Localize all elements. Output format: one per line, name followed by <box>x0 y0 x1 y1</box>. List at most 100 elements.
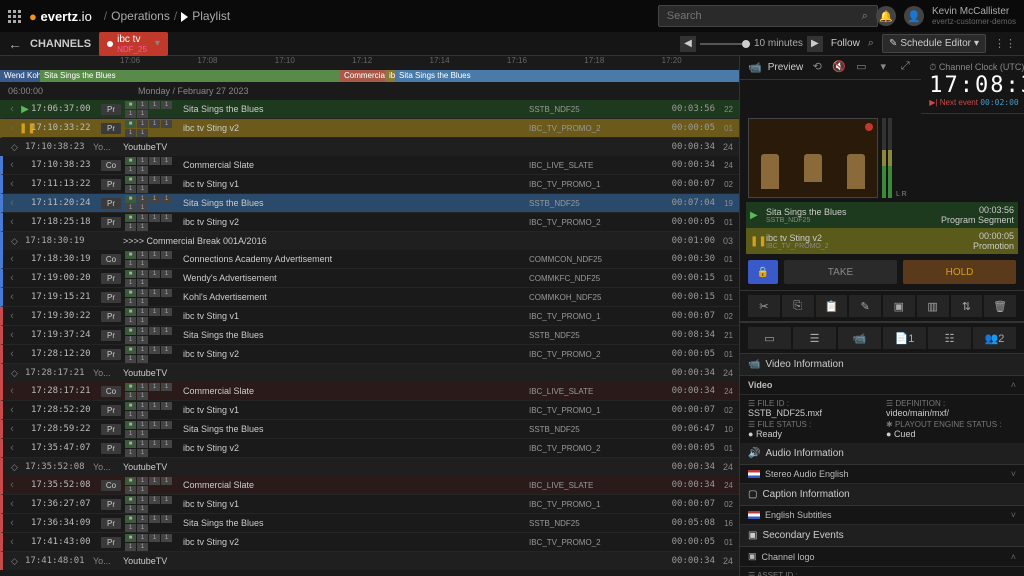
add-button[interactable]: ▣ <box>883 295 915 317</box>
audio-meters <box>882 118 892 198</box>
playlist-row[interactable]: ‹ 17:35:52:08 Co ■11111 Commercial Slate… <box>0 476 739 495</box>
monitor-icon[interactable]: ▭ <box>853 60 869 76</box>
preview-video[interactable] <box>748 118 878 198</box>
now-playing: ▶ Sita Sings the BluesSSTB_NDF25 00:03:5… <box>740 202 1024 254</box>
channel-badge[interactable]: ibc tvNDF_25 ▾ <box>99 32 168 56</box>
date-ruler: 06:00:00 Monday / February 27 2023 <box>0 82 739 100</box>
action-buttons: 🔒 TAKE HOLD <box>740 254 1024 290</box>
playlist-row[interactable]: ‹ 17:41:43:00 Pr ■11111 ibc tv Sting v2 … <box>0 533 739 552</box>
playlist-row[interactable]: ‹ 17:10:38:23 Co ■11111 Commercial Slate… <box>0 156 739 175</box>
t2c[interactable]: 📹 <box>838 327 881 349</box>
playlist-row[interactable]: ‹ 17:35:47:07 Pr ■11111 ibc tv Sting v2 … <box>0 439 739 458</box>
user-label: Kevin McCallisterevertz-customer-demos <box>932 6 1016 26</box>
playlist-row[interactable]: ‹ 17:28:59:22 Pr ■11111 Sita Sings the B… <box>0 420 739 439</box>
playlist-row[interactable]: ‹ ❚❚ 17:10:33:22 Pr ■11111 ibc tv Sting … <box>0 119 739 138</box>
delete-button[interactable]: 🗑 <box>984 295 1016 317</box>
lock-button[interactable]: 🔒 <box>748 260 778 284</box>
tool-row-1: ✂ ⎘ 📋 ✎ ▣ ▥ ⇅ 🗑 <box>740 290 1024 322</box>
playlist-row[interactable]: ‹ 17:36:27:07 Pr ■11111 ibc tv Sting v1 … <box>0 495 739 514</box>
channel-logo-row[interactable]: ▣ Channel logo˄ <box>740 547 1024 567</box>
minutes-decrease[interactable]: ◀ <box>680 36 696 52</box>
np-current[interactable]: ▶ Sita Sings the BluesSSTB_NDF25 00:03:5… <box>746 202 1018 228</box>
minutes-increase[interactable]: ▶ <box>807 36 823 52</box>
playlist-row[interactable]: ‹ 17:19:37:24 Pr ■11111 Sita Sings the B… <box>0 326 739 345</box>
playlist-panel: 17:0617:0817:1017:1217:1417:1617:1817:20… <box>0 56 739 576</box>
copy-button[interactable]: ⎘ <box>782 295 814 317</box>
group-row[interactable]: ◇ 17:18:30:19 >>>> Commercial Break 001A… <box>0 232 739 250</box>
split-button[interactable]: ▥ <box>917 295 949 317</box>
flag-icon <box>748 470 760 478</box>
search-timeline-icon[interactable]: ⌕ <box>868 37 874 50</box>
caption-info-header[interactable]: ▢ Caption Information <box>740 484 1024 506</box>
expand-icon[interactable]: ⤢ <box>897 60 913 76</box>
t2b[interactable]: ☰ <box>793 327 836 349</box>
chevron-down-icon: ▾ <box>155 38 160 49</box>
chevron-down-icon[interactable]: ▾ <box>875 60 891 76</box>
asset-1: ☰ ASSET ID : IBC_TV_BUG ✎ <box>740 567 1024 576</box>
minutes-slider[interactable] <box>700 43 750 45</box>
more-icon[interactable]: ⋮⋮ <box>994 37 1016 50</box>
minutes-control: ◀ 10 minutes ▶ <box>680 36 823 52</box>
playlist-row[interactable]: ‹ 17:28:12:20 Pr ■11111 ibc tv Sting v2 … <box>0 345 739 364</box>
take-button[interactable]: TAKE <box>784 260 897 284</box>
playlist-row[interactable]: ‹ ▶ 17:06:37:00 Pr ■11111 Sita Sings the… <box>0 100 739 119</box>
preview-header: 📹 Preview ⟲ 🔇 ▭ ▾ ⤢ <box>740 56 921 80</box>
flag-icon <box>748 511 760 519</box>
playlist-row[interactable]: ‹ 17:28:17:21 Co ■11111 Commercial Slate… <box>0 382 739 401</box>
playlist-row[interactable]: ‹ 17:18:25:18 Pr ■11111 ibc tv Sting v2 … <box>0 213 739 232</box>
user-avatar[interactable]: 👤 <box>904 6 924 26</box>
group-row[interactable]: ◇ 17:35:52:08 Yo... YoutubeTV 00:00:34 2… <box>0 458 739 476</box>
video-section[interactable]: Video˄ <box>740 376 1024 395</box>
record-dot-icon <box>107 41 113 47</box>
t2d[interactable]: 📄1 <box>883 327 926 349</box>
playlist-row[interactable]: ‹ 17:18:30:19 Co ■11111 Connections Acad… <box>0 250 739 269</box>
schedule-editor-button[interactable]: ✎ Schedule Editor ▾ <box>882 34 986 53</box>
search-input[interactable] <box>658 5 878 27</box>
cut-button[interactable]: ✂ <box>748 295 780 317</box>
audio-lang[interactable]: Stereo Audio English˅ <box>740 465 1024 484</box>
channels-label[interactable]: CHANNELS <box>30 38 91 50</box>
playlist-row[interactable]: ‹ 17:36:34:09 Pr ■11111 Sita Sings the B… <box>0 514 739 533</box>
group-row[interactable]: ◇ 17:41:48:01 Yo... YoutubeTV 00:00:34 2… <box>0 552 739 570</box>
playlist-row[interactable]: ‹ 17:19:00:20 Pr ■11111 Wendy's Advertis… <box>0 269 739 288</box>
apps-icon[interactable] <box>8 10 21 23</box>
camera-icon: 📹 <box>748 61 762 74</box>
tool-row-2: ▭ ☰ 📹 📄1 ☷ 👥2 <box>740 322 1024 354</box>
group-row[interactable]: ◇ 17:10:38:23 Yo... YoutubeTV 00:00:34 2… <box>0 138 739 156</box>
preview-area: L R <box>740 114 1024 202</box>
video-fields: ☰ FILE ID :SSTB_NDF25.mxf ☰ DEFINITION :… <box>740 395 1024 443</box>
playlist-row[interactable]: ‹ 17:28:52:20 Pr ■11111 ibc tv Sting v1 … <box>0 401 739 420</box>
back-icon[interactable]: ← <box>8 36 22 52</box>
swap-button[interactable]: ⇅ <box>951 295 983 317</box>
caption-lang[interactable]: English Subtitles˅ <box>740 506 1024 525</box>
playlist-row[interactable]: ‹ 17:19:15:21 Pr ■11111 Kohl's Advertise… <box>0 288 739 307</box>
rec-indicator-icon <box>865 123 873 131</box>
playlist-row[interactable]: ‹ 17:11:13:22 Pr ■11111 ibc tv Sting v1 … <box>0 175 739 194</box>
mute-icon[interactable]: 🔇 <box>831 60 847 76</box>
audio-info-header[interactable]: 🔊 Audio Information <box>740 443 1024 465</box>
secondary-events-header[interactable]: ▣ Secondary Events <box>740 525 1024 547</box>
top-bar: ● evertz.io /Operations/Playlist ⌕ 🔔 👤 K… <box>0 0 1024 32</box>
t2e[interactable]: ☷ <box>928 327 971 349</box>
playlist-row[interactable]: ‹ 17:19:30:22 Pr ■11111 ibc tv Sting v1 … <box>0 307 739 326</box>
notifications-icon[interactable]: 🔔 <box>876 6 896 26</box>
video-info-header[interactable]: 📹 Video Information <box>740 354 1024 376</box>
t2a[interactable]: ▭ <box>748 327 791 349</box>
hold-button[interactable]: HOLD <box>903 260 1016 284</box>
playlist-icon <box>181 12 188 22</box>
paste-button[interactable]: 📋 <box>816 295 848 317</box>
timeline-bar[interactable]: Wend Kohl's Sita Sings the Blues Commerc… <box>0 70 739 82</box>
edit-button[interactable]: ✎ <box>849 295 881 317</box>
np-next[interactable]: ❚❚ ibc tv Sting v2IBC_TV_PROMO_2 00:00:0… <box>746 228 1018 254</box>
inspector-panel: 📹 Preview ⟲ 🔇 ▭ ▾ ⤢ ⏱ Channel Clock (UTC… <box>739 56 1024 576</box>
brand-logo[interactable]: ● evertz.io <box>29 9 92 24</box>
search-icon[interactable]: ⌕ <box>862 10 868 23</box>
channel-bar: ← CHANNELS ibc tvNDF_25 ▾ ◀ 10 minutes ▶… <box>0 32 1024 56</box>
playlist-row[interactable]: ‹ 17:11:20:24 Pr ■11111 Sita Sings the B… <box>0 194 739 213</box>
channel-clock: ⏱ Channel Clock (UTC) 17:08:34 ▶| Next e… <box>921 56 1024 114</box>
follow-label[interactable]: Follow <box>831 38 860 49</box>
sync-icon[interactable]: ⟲ <box>809 60 825 76</box>
group-row[interactable]: ◇ 17:28:17:21 Yo... YoutubeTV 00:00:34 2… <box>0 364 739 382</box>
t2f[interactable]: 👥2 <box>973 327 1016 349</box>
timeline-ticks: 17:0617:0817:1017:1217:1417:1617:1817:20 <box>0 56 739 70</box>
